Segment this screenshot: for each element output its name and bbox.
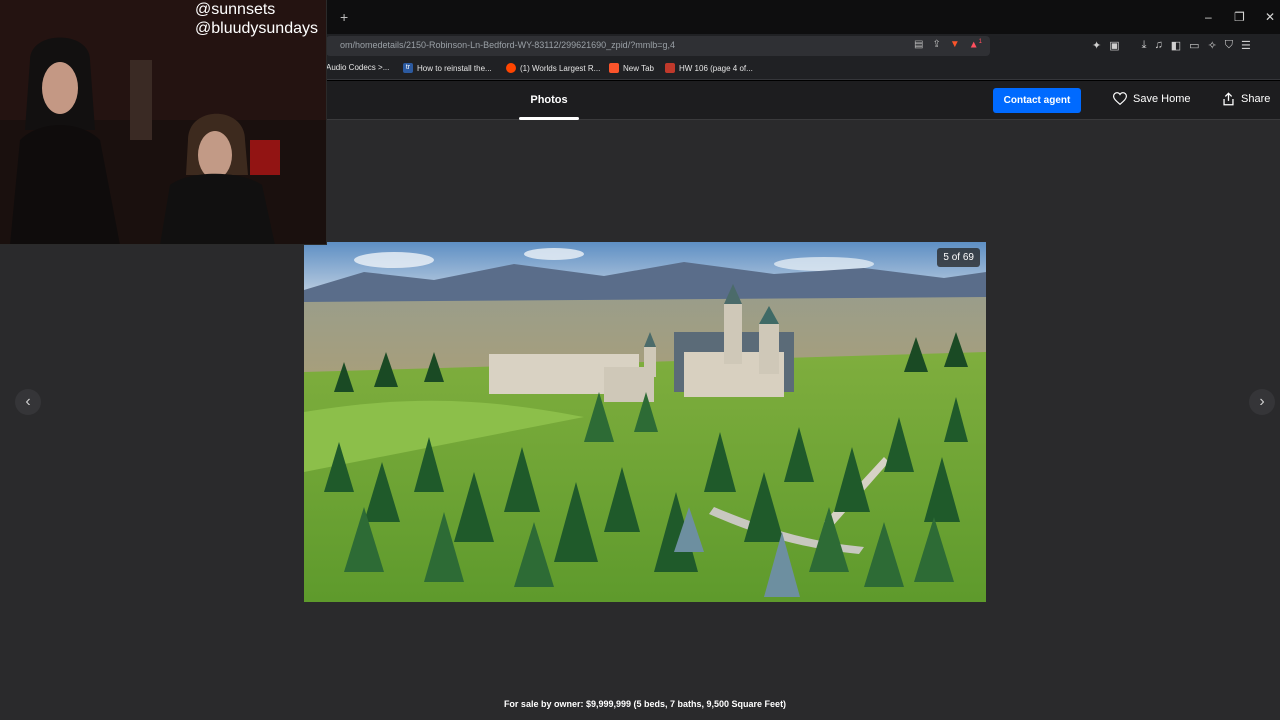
previous-photo-button[interactable]: ‹	[15, 389, 41, 415]
tr-favicon-icon: tr	[403, 63, 413, 73]
share-icon	[1223, 92, 1234, 106]
save-home-button[interactable]: Save Home	[1113, 92, 1190, 105]
bookmark-label: (1) Worlds Largest R...	[520, 63, 601, 73]
bookmark-reinstall[interactable]: tr How to reinstall the...	[403, 63, 492, 73]
webcam-overlay: @sunnsets @bluudysundays	[0, 0, 327, 245]
brave-shields-icon[interactable]: ▼	[950, 39, 960, 50]
leo-ai-icon[interactable]: ✧	[1208, 39, 1217, 52]
chevron-left-icon: ‹	[25, 393, 31, 410]
bookmark-label: New Tab	[623, 63, 654, 73]
tab-photos[interactable]: Photos	[519, 81, 579, 120]
bookmark-hw106[interactable]: HW 106 (page 4 of...	[665, 63, 753, 73]
new-tab-button[interactable]: +	[340, 9, 348, 25]
bookmark-audio-codecs[interactable]: Audio Codecs >...	[326, 63, 389, 72]
bookmark-label: HW 106 (page 4 of...	[679, 63, 753, 73]
sidebar-icon[interactable]: ◧	[1171, 39, 1181, 52]
minimize-button[interactable]: –	[1205, 10, 1212, 24]
photo-counter: 5 of 69	[937, 248, 980, 267]
reader-mode-icon[interactable]: ▤	[914, 39, 923, 50]
handle-bluudysundays: @bluudysundays	[195, 20, 318, 37]
url-text[interactable]: om/homedetails/2150-Robinson-Ln-Bedford-…	[340, 40, 675, 50]
share-page-icon[interactable]: ⇪	[932, 39, 940, 50]
brave-rewards-icon[interactable]: ▲1	[969, 39, 982, 50]
share-label: Share	[1241, 93, 1271, 105]
screenshot-icon[interactable]: ▣	[1109, 39, 1119, 52]
close-window-button[interactable]: ✕	[1265, 10, 1275, 24]
menu-icon[interactable]: ☰	[1241, 39, 1251, 52]
share-button[interactable]: Share	[1222, 92, 1270, 106]
contact-agent-button[interactable]: Contact agent	[993, 88, 1081, 113]
bookmark-new-tab[interactable]: New Tab	[609, 63, 654, 73]
download-icon[interactable]: ⤓	[1142, 39, 1147, 52]
address-bar[interactable]: om/homedetails/2150-Robinson-Ln-Bedford-…	[326, 36, 990, 56]
bookmark-label: How to reinstall the...	[417, 63, 492, 73]
restore-button[interactable]: ❐	[1234, 10, 1245, 24]
heart-icon	[1113, 92, 1127, 105]
save-home-label: Save Home	[1133, 92, 1191, 105]
castle-aerial-photo	[304, 242, 986, 602]
next-photo-button[interactable]: ›	[1249, 389, 1275, 415]
extensions-icon[interactable]: ✦	[1092, 39, 1101, 52]
media-icon[interactable]: ♫	[1155, 39, 1163, 52]
listing-photo[interactable]: 5 of 69	[304, 242, 986, 602]
chevron-right-icon: ›	[1259, 393, 1265, 410]
vpn-icon[interactable]: ⛉	[1225, 39, 1233, 52]
rewards-badge: 1	[978, 39, 982, 45]
brave-favicon-icon	[609, 63, 619, 73]
bookmark-worlds-largest[interactable]: (1) Worlds Largest R...	[506, 63, 600, 73]
bookmark-label: Audio Codecs >...	[326, 63, 390, 72]
handle-sunnsets: @sunnsets	[195, 1, 276, 18]
reddit-favicon-icon	[506, 63, 516, 73]
listing-caption: For sale by owner: $9,999,999 (5 beds, 7…	[503, 699, 787, 709]
wallet-icon[interactable]: ▭	[1189, 39, 1199, 52]
document-favicon-icon	[665, 63, 675, 73]
